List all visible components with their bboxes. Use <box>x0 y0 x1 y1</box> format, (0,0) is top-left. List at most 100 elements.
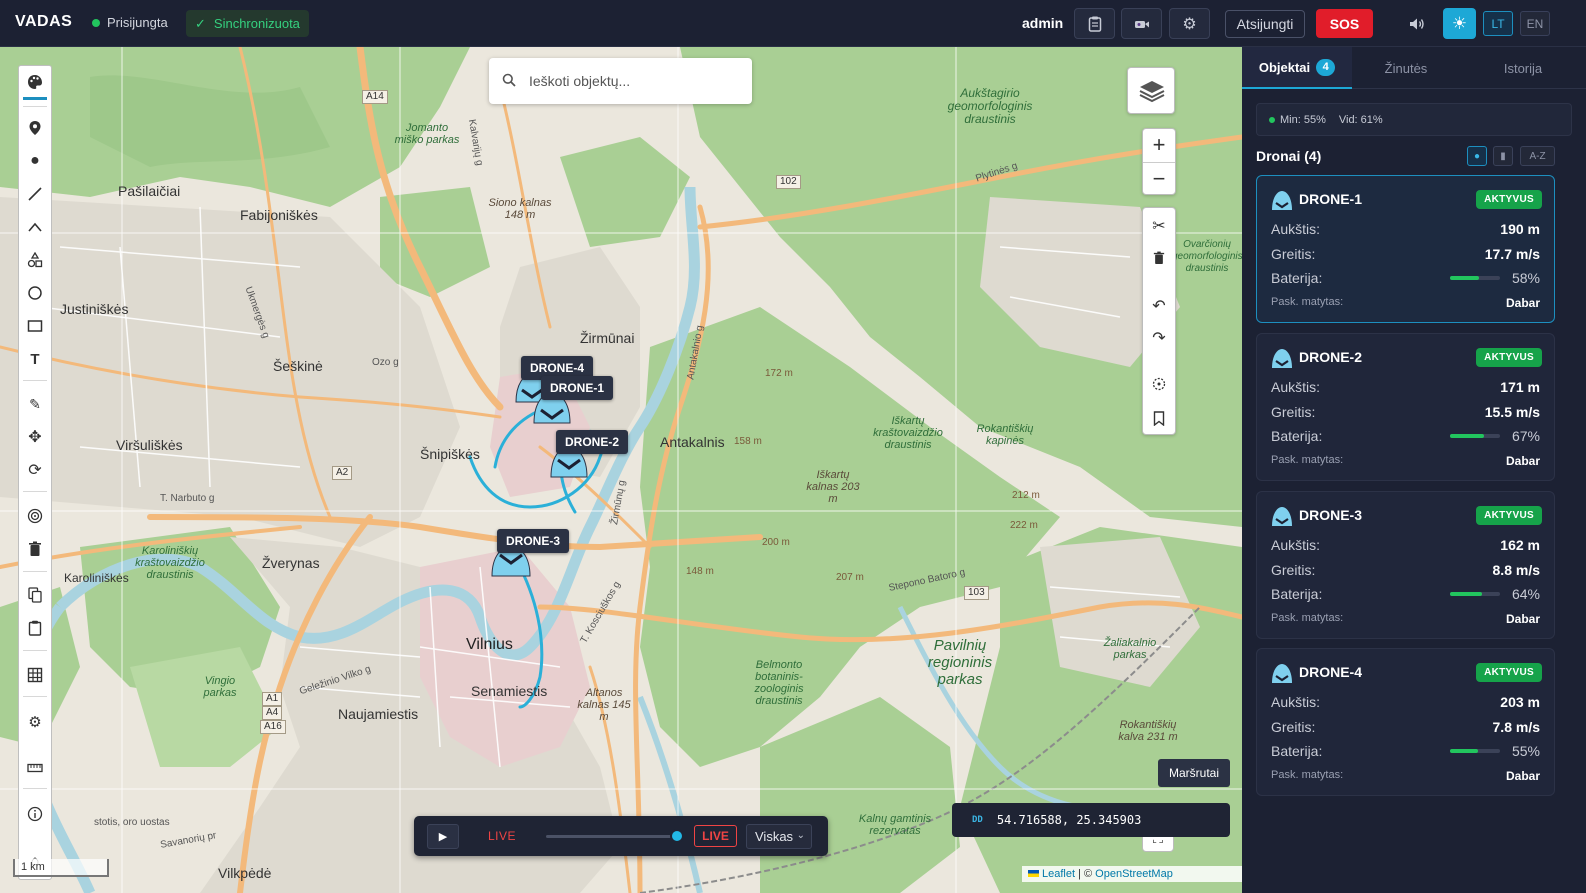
tab-history[interactable]: Istorija <box>1460 47 1586 89</box>
edit-tool[interactable]: ✎ <box>19 390 51 418</box>
drone-card[interactable]: DRONE-2 AKTYVUS Aukštis: 171 m Greitis: 15.5 … <box>1256 333 1555 481</box>
sort-by-status[interactable]: ● <box>1467 146 1487 166</box>
target-tool[interactable] <box>19 502 51 530</box>
tab-messages[interactable]: Žinutės <box>1352 47 1460 89</box>
sync-status-badge: ✓ Sinchronizuota <box>186 10 309 37</box>
chevron-down-icon: ⌄ <box>796 830 805 841</box>
map-street-narbuto: T. Narbuto g <box>160 493 215 504</box>
settings-tool[interactable]: ⚙ <box>19 708 51 736</box>
circle-tool[interactable] <box>19 279 51 307</box>
theme-toggle[interactable]: ☀ <box>1443 8 1476 39</box>
locate-button[interactable] <box>1143 368 1175 400</box>
marker-tool[interactable] <box>19 114 51 142</box>
altitude-value: 171 m <box>1500 379 1540 395</box>
osm-link[interactable]: OpenStreetMap <box>1095 868 1173 880</box>
sun-icon: ☀ <box>1451 13 1468 33</box>
toolbar-separator <box>23 788 47 789</box>
sort-alphabetical[interactable]: A-Z <box>1520 146 1555 166</box>
paste-tool[interactable] <box>19 614 51 642</box>
battery-value: 55% <box>1511 743 1540 759</box>
speed-label: Greitis: <box>1271 562 1316 578</box>
filter-select[interactable]: Viskas ⌄ <box>746 824 812 849</box>
speed-label: Greitis: <box>1271 719 1316 735</box>
tab-objects[interactable]: Objektai 4 <box>1242 47 1352 89</box>
undo-button[interactable]: ↶ <box>1143 290 1175 322</box>
cut-button[interactable]: ✂ <box>1143 210 1175 242</box>
map-label-vilnius: Vilnius <box>466 636 513 653</box>
play-button[interactable]: ▶ <box>427 824 459 849</box>
drone-card[interactable]: DRONE-4 AKTYVUS Aukštis: 203 m Greitis: 7.8 m… <box>1256 648 1555 796</box>
line-tool[interactable] <box>19 180 51 208</box>
drone-label[interactable]: DRONE-2 <box>556 430 629 454</box>
map-label-zaliakalnio: Žaliakalnio parkas <box>1103 637 1157 661</box>
line-icon <box>28 187 42 201</box>
timeline-slider[interactable] <box>546 835 678 838</box>
battery-bar-fill <box>1450 434 1484 438</box>
redo-button[interactable]: ↷ <box>1143 322 1175 354</box>
altitude-value: 203 m <box>1500 694 1540 710</box>
altitude-label: Aukštis: <box>1271 694 1321 710</box>
shapes-tool[interactable] <box>19 246 51 274</box>
grid-toggle[interactable] <box>19 661 51 689</box>
gear-icon: ⚙ <box>28 714 42 731</box>
sos-button[interactable]: SOS <box>1316 9 1373 38</box>
grid-icon <box>27 667 43 683</box>
palette-icon <box>28 75 42 89</box>
zoom-out-button[interactable]: − <box>1143 163 1175 195</box>
lang-en-button[interactable]: EN <box>1520 11 1550 36</box>
settings-button[interactable]: ⚙ <box>1169 8 1210 39</box>
rotate-tool[interactable]: ⟳ <box>19 456 51 484</box>
move-tool[interactable]: ✥ <box>19 423 51 451</box>
live-button[interactable]: LIVE <box>694 825 737 847</box>
sound-toggle[interactable] <box>1404 12 1430 36</box>
lang-lt-button[interactable]: LT <box>1483 11 1513 36</box>
text-tool[interactable]: T <box>19 345 51 373</box>
sort-by-battery[interactable]: ▮ <box>1493 146 1513 166</box>
drone-label[interactable]: DRONE-1 <box>541 376 614 400</box>
last-seen-label: Pask. matytas: <box>1271 612 1344 624</box>
altitude-row: Aukštis: 171 m <box>1271 379 1540 395</box>
polyline-tool[interactable] <box>19 213 51 241</box>
copy-tool[interactable] <box>19 581 51 609</box>
info-button[interactable] <box>19 800 51 828</box>
bookmark-icon <box>1153 410 1165 426</box>
bookmark-button[interactable] <box>1143 402 1175 434</box>
report-button[interactable] <box>1074 8 1115 39</box>
battery-stats: Min: 55% Vid: 61% <box>1256 103 1572 136</box>
drone-label[interactable]: DRONE-3 <box>497 529 570 553</box>
map-view[interactable]: A14 A2 102 103 A1 A4 A16 Pašilaičiai Fab… <box>0 47 1242 893</box>
delete-tool[interactable] <box>19 535 51 563</box>
drone-card[interactable]: DRONE-3 AKTYVUS Aukštis: 162 m Greitis: 8.8 m… <box>1256 491 1555 639</box>
map-pin-icon <box>29 121 41 135</box>
speed-value: 15.5 m/s <box>1484 404 1540 420</box>
remove-button[interactable] <box>1143 242 1175 274</box>
map-label-fabijoniskes: Fabijoniškės <box>240 207 318 223</box>
map-label-antakalnis: Antakalnis <box>660 434 725 450</box>
logout-button[interactable]: Atsijungti <box>1225 10 1305 38</box>
road-shield-103: 103 <box>964 586 989 600</box>
map-label-virsuliskes: Viršuliškės <box>116 437 183 453</box>
map-attribution: Leaflet | © OpenStreetMap <box>1022 866 1242 882</box>
layers-button[interactable] <box>1127 67 1175 114</box>
coordinate-format[interactable]: DD <box>972 815 983 825</box>
map-label-vilkpede: Vilkpėdė <box>218 865 272 881</box>
last-seen-label: Pask. matytas: <box>1271 769 1344 781</box>
timeline-handle[interactable] <box>670 829 684 843</box>
battery-bar-fill <box>1450 749 1478 753</box>
drone-name: DRONE-2 <box>1299 349 1363 365</box>
stats-avg: Vid: 61% <box>1338 113 1383 126</box>
sync-label: Sinchronizuota <box>213 16 300 31</box>
point-tool[interactable]: ● <box>19 147 51 175</box>
search-input[interactable] <box>529 73 739 89</box>
rectangle-tool[interactable] <box>19 312 51 340</box>
coordinate-readout[interactable]: DD 54.716588, 25.345903 <box>952 803 1230 837</box>
palette-button[interactable] <box>19 68 51 96</box>
leaflet-link[interactable]: Leaflet <box>1042 868 1075 880</box>
measure-tool[interactable] <box>19 754 51 782</box>
last-seen-label: Pask. matytas: <box>1271 296 1344 308</box>
drone-card[interactable]: DRONE-1 AKTYVUS Aukštis: 190 m Greitis: 17.7 … <box>1256 175 1555 323</box>
zoom-in-button[interactable]: + <box>1143 129 1175 161</box>
camera-button[interactable] <box>1121 8 1162 39</box>
map-label-zverynas: Žverynas <box>262 555 320 571</box>
map-label-siono: Siono kalnas 148 m <box>488 197 552 221</box>
